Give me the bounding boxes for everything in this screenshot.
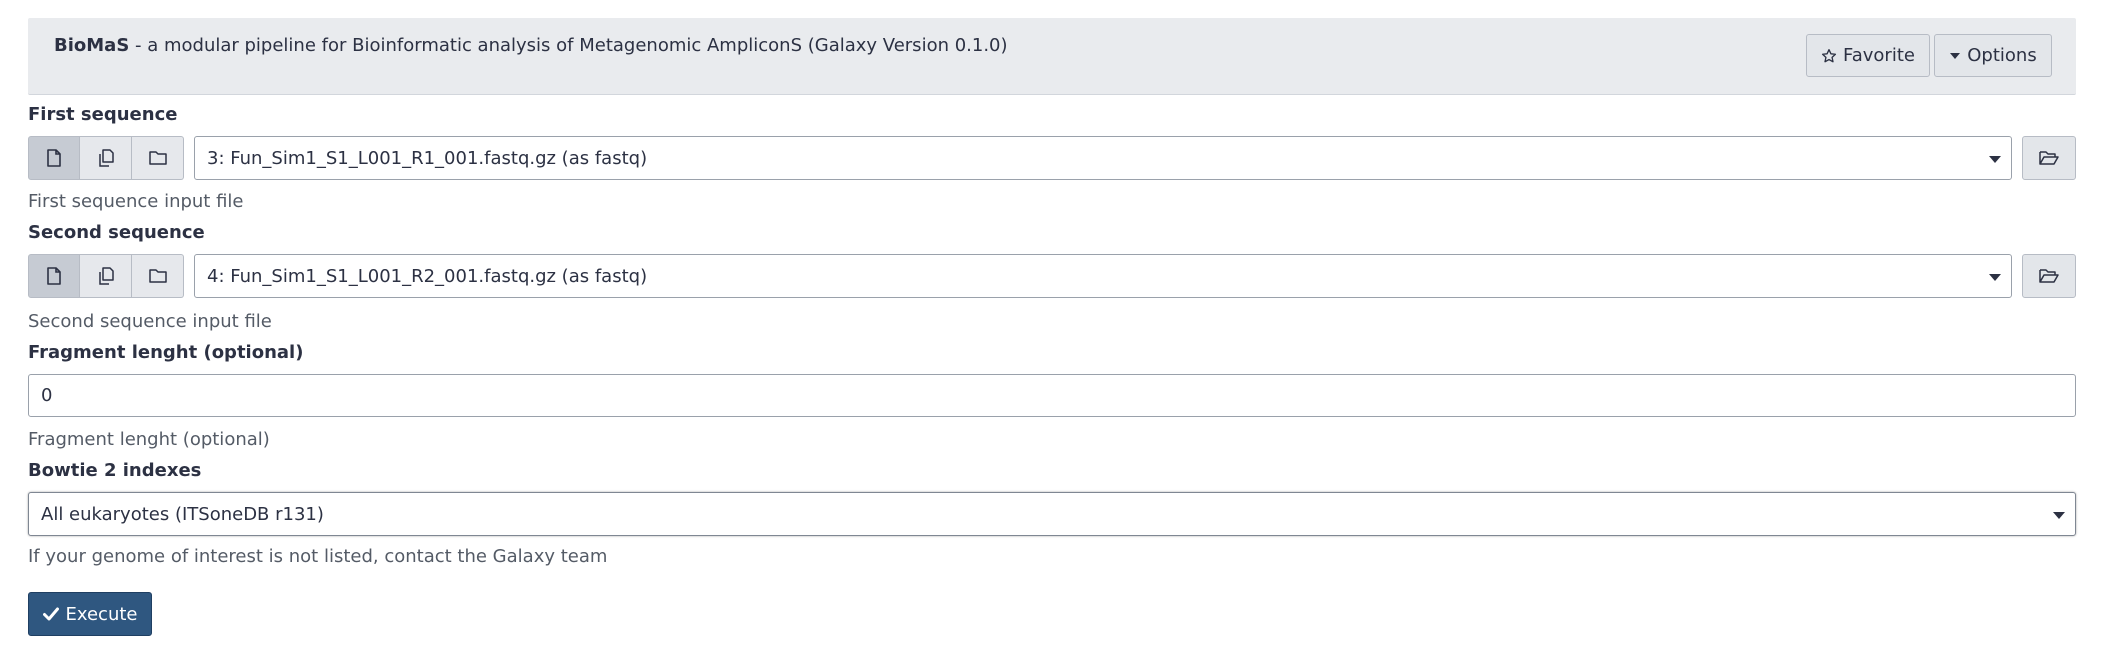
bowtie-indexes-help: If your genome of interest is not listed… bbox=[28, 546, 608, 567]
dataset-collection-button[interactable] bbox=[132, 254, 184, 298]
multiple-datasets-button[interactable] bbox=[80, 254, 132, 298]
fragment-length-label: Fragment lenght (optional) bbox=[28, 342, 304, 363]
first-sequence-mode-toggle bbox=[28, 136, 184, 180]
tool-description: - a modular pipeline for Bioinformatic a… bbox=[129, 35, 1008, 56]
bowtie-indexes-label: Bowtie 2 indexes bbox=[28, 460, 202, 481]
first-sequence-label: First sequence bbox=[28, 104, 178, 125]
second-sequence-mode-toggle bbox=[28, 254, 184, 298]
execute-label: Execute bbox=[65, 603, 138, 625]
second-sequence-value: 4: Fun_Sim1_S1_L001_R2_001.fastq.gz (as … bbox=[207, 265, 648, 287]
caret-down-icon bbox=[2053, 512, 2065, 519]
single-dataset-button[interactable] bbox=[28, 136, 80, 180]
second-sequence-label: Second sequence bbox=[28, 222, 205, 243]
first-sequence-browse-button[interactable] bbox=[2022, 136, 2076, 180]
caret-down-icon bbox=[1949, 51, 1961, 61]
options-button[interactable]: Options bbox=[1934, 34, 2052, 77]
folder-open-icon bbox=[2039, 268, 2059, 284]
first-sequence-help: First sequence input file bbox=[28, 191, 244, 212]
multiple-datasets-button[interactable] bbox=[80, 136, 132, 180]
files-icon bbox=[97, 267, 115, 285]
second-sequence-help: Second sequence input file bbox=[28, 311, 272, 332]
second-sequence-select[interactable]: 4: Fun_Sim1_S1_L001_R2_001.fastq.gz (as … bbox=[194, 254, 2012, 298]
star-icon bbox=[1821, 48, 1837, 64]
files-icon bbox=[97, 149, 115, 167]
fragment-length-help: Fragment lenght (optional) bbox=[28, 429, 270, 450]
single-dataset-button[interactable] bbox=[28, 254, 80, 298]
check-icon bbox=[42, 607, 59, 621]
fragment-length-input[interactable] bbox=[28, 374, 2076, 417]
favorite-button[interactable]: Favorite bbox=[1806, 34, 1930, 77]
options-label: Options bbox=[1967, 45, 2037, 66]
first-sequence-value: 3: Fun_Sim1_S1_L001_R1_001.fastq.gz (as … bbox=[207, 147, 648, 169]
folder-open-icon bbox=[2039, 150, 2059, 166]
favorite-label: Favorite bbox=[1843, 45, 1915, 66]
caret-down-icon bbox=[1989, 156, 2001, 163]
file-icon bbox=[46, 267, 62, 285]
bowtie-indexes-value: All eukaryotes (ITSoneDB r131) bbox=[41, 503, 324, 525]
caret-down-icon bbox=[1989, 274, 2001, 281]
first-sequence-select[interactable]: 3: Fun_Sim1_S1_L001_R1_001.fastq.gz (as … bbox=[194, 136, 2012, 180]
tool-header: BioMaS - a modular pipeline for Bioinfor… bbox=[28, 18, 2076, 95]
tool-name: BioMaS bbox=[54, 35, 130, 56]
execute-button[interactable]: Execute bbox=[28, 592, 152, 636]
tool-title: BioMaS - a modular pipeline for Bioinfor… bbox=[54, 35, 1008, 56]
folder-icon bbox=[148, 268, 167, 284]
file-icon bbox=[46, 149, 62, 167]
folder-icon bbox=[148, 150, 167, 166]
dataset-collection-button[interactable] bbox=[132, 136, 184, 180]
bowtie-indexes-select[interactable]: All eukaryotes (ITSoneDB r131) bbox=[28, 492, 2076, 536]
second-sequence-browse-button[interactable] bbox=[2022, 254, 2076, 298]
